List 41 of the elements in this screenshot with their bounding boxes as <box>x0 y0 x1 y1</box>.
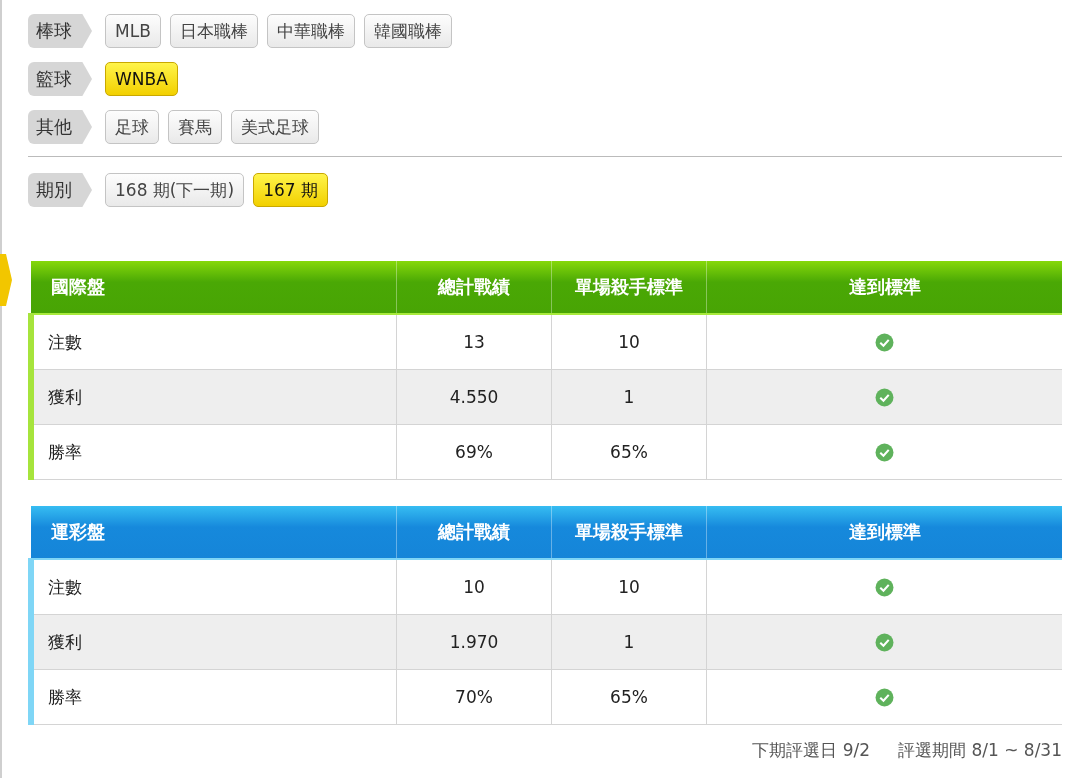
column-header: 單場殺手標準 <box>551 261 707 314</box>
sidebar-tab-edge[interactable] <box>0 254 12 306</box>
filter-button[interactable]: 美式足球 <box>231 110 319 144</box>
table-cell: 13 <box>396 314 552 370</box>
filter-button[interactable]: 足球 <box>105 110 159 144</box>
category-label: 棒球 <box>28 14 92 48</box>
column-header: 總計戰績 <box>396 261 552 314</box>
table-cell: 70% <box>396 669 552 725</box>
column-header: 達到標準 <box>706 506 1062 559</box>
category-label: 期別 <box>28 173 92 207</box>
table-cell: 65% <box>551 424 707 480</box>
table-cell: 1 <box>551 369 707 425</box>
filter-button[interactable]: 韓國職棒 <box>363 14 452 48</box>
table-cell: 65% <box>551 669 707 725</box>
filter-button[interactable]: 賽馬 <box>168 110 222 144</box>
table-cell: 1 <box>551 614 707 670</box>
table-cell: 勝率 <box>31 669 397 725</box>
filter-button[interactable]: 日本職棒 <box>169 14 258 48</box>
filter-button[interactable]: 中華職棒 <box>266 14 355 48</box>
evaluation-period: 評選期間 8/1 ~ 8/31 <box>898 739 1062 762</box>
table-cell: 勝率 <box>31 424 397 480</box>
category-label: 籃球 <box>28 62 92 96</box>
table-cell: 4.550 <box>396 369 552 425</box>
column-header: 單場殺手標準 <box>551 506 707 559</box>
table-cell: 獲利 <box>31 369 397 425</box>
filter-button[interactable]: WNBA <box>105 62 178 96</box>
category-label: 其他 <box>28 110 92 144</box>
table-cell: 10 <box>551 314 707 370</box>
column-header: 總計戰績 <box>396 506 552 559</box>
table-cell: 1.970 <box>396 614 552 670</box>
column-header: 國際盤 <box>31 261 397 314</box>
table-cell: 69% <box>396 424 552 480</box>
period-button[interactable]: 168 期(下一期) <box>105 173 245 207</box>
column-header: 運彩盤 <box>31 506 397 559</box>
next-evaluation-date: 下期評選日 9/2 <box>752 739 870 762</box>
table-cell: 10 <box>551 559 707 615</box>
column-header: 達到標準 <box>706 261 1062 314</box>
period-button[interactable]: 167 期 <box>253 173 328 207</box>
table-cell: 10 <box>396 559 552 615</box>
table-cell: 獲利 <box>31 614 397 670</box>
filter-button[interactable]: MLB <box>105 14 161 48</box>
